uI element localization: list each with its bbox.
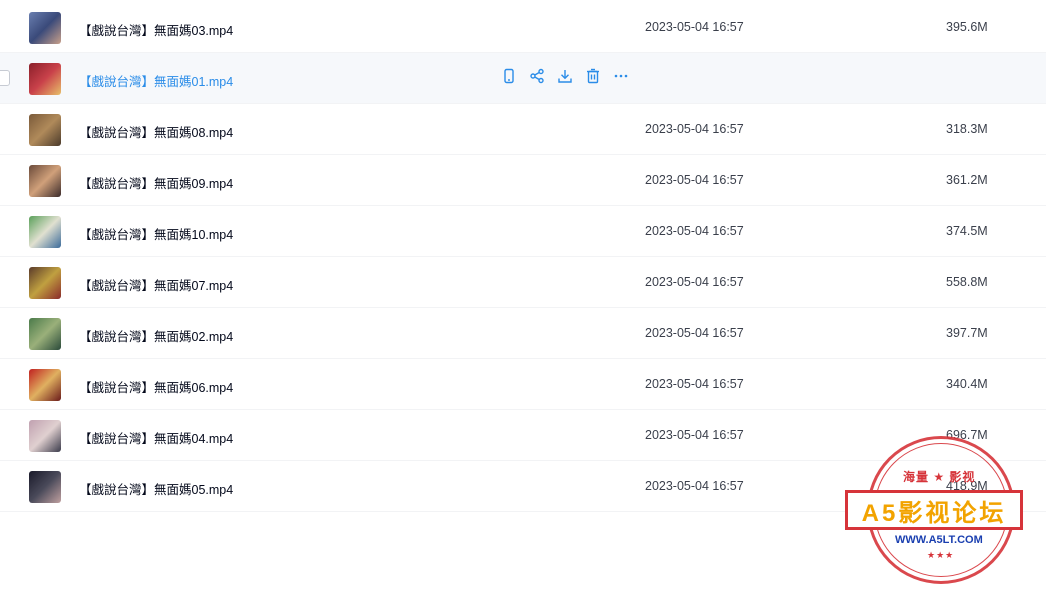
- file-name[interactable]: 【戲說台灣】無面媽08.mp4: [79, 122, 233, 141]
- video-thumbnail[interactable]: [29, 114, 61, 146]
- file-row[interactable]: 【戲說台灣】無面媽09.mp4 2023-05-04 16:57 361.2M: [0, 155, 1046, 206]
- video-thumbnail[interactable]: [29, 318, 61, 350]
- stamp-url: WWW.A5LT.COM: [895, 534, 983, 546]
- file-date: 2023-05-04 16:57: [645, 326, 744, 340]
- delete-icon: [585, 68, 601, 89]
- file-row[interactable]: 【戲說台灣】無面媽02.mp4 2023-05-04 16:57 397.7M: [0, 308, 1046, 359]
- stamp-stars: ★★★: [927, 550, 955, 560]
- file-row[interactable]: 【戲說台灣】無面媽10.mp4 2023-05-04 16:57 374.5M: [0, 206, 1046, 257]
- file-date: 2023-05-04 16:57: [645, 377, 744, 391]
- file-size: 395.6M: [946, 20, 988, 34]
- file-date: 2023-05-04 16:57: [645, 20, 744, 34]
- file-name[interactable]: 【戲說台灣】無面媽10.mp4: [79, 224, 233, 243]
- file-size: 361.2M: [946, 173, 988, 187]
- download-button[interactable]: [556, 69, 574, 87]
- file-name[interactable]: 【戲說台灣】無面媽09.mp4: [79, 173, 233, 192]
- file-size: 340.4M: [946, 377, 988, 391]
- file-name[interactable]: 【戲說台灣】無面媽03.mp4: [79, 20, 233, 39]
- file-size: 397.7M: [946, 326, 988, 340]
- video-thumbnail[interactable]: [29, 420, 61, 452]
- video-thumbnail[interactable]: [29, 12, 61, 44]
- file-row[interactable]: 【戲說台灣】無面媽07.mp4 2023-05-04 16:57 558.8M: [0, 257, 1046, 308]
- file-name[interactable]: 【戲說台灣】無面媽02.mp4: [79, 326, 233, 345]
- file-date: 2023-05-04 16:57: [645, 479, 744, 493]
- video-thumbnail[interactable]: [29, 471, 61, 503]
- video-thumbnail[interactable]: [29, 267, 61, 299]
- file-size: 558.8M: [946, 275, 988, 289]
- file-name[interactable]: 【戲說台灣】無面媽04.mp4: [79, 428, 233, 447]
- watermark-stamp: 海量 ★ 影视 A5影视论坛 WWW.A5LT.COM ★★★: [843, 436, 1023, 586]
- file-size: 374.5M: [946, 224, 988, 238]
- download-icon: [557, 68, 573, 89]
- video-thumbnail[interactable]: [29, 63, 61, 95]
- file-date: 2023-05-04 16:57: [645, 173, 744, 187]
- video-thumbnail[interactable]: [29, 216, 61, 248]
- file-row[interactable]: 【戲說台灣】無面媽01.mp4: [0, 53, 1046, 104]
- more-button[interactable]: [612, 69, 630, 87]
- share-icon: [529, 68, 545, 89]
- stamp-banner: A5影视论坛: [845, 490, 1023, 530]
- file-date: 2023-05-04 16:57: [645, 428, 744, 442]
- file-name[interactable]: 【戲說台灣】無面媽05.mp4: [79, 479, 233, 498]
- row-actions: [500, 68, 630, 88]
- video-thumbnail[interactable]: [29, 165, 61, 197]
- phone-button[interactable]: [500, 68, 518, 89]
- file-name[interactable]: 【戲說台灣】無面媽06.mp4: [79, 377, 233, 396]
- video-thumbnail[interactable]: [29, 369, 61, 401]
- more-icon: [613, 68, 629, 89]
- file-row[interactable]: 【戲說台灣】無面媽06.mp4 2023-05-04 16:57 340.4M: [0, 359, 1046, 410]
- delete-button[interactable]: [584, 68, 602, 89]
- file-row[interactable]: 【戲說台灣】無面媽08.mp4 2023-05-04 16:57 318.3M: [0, 104, 1046, 155]
- file-date: 2023-05-04 16:57: [645, 224, 744, 238]
- row-checkbox[interactable]: [0, 70, 10, 86]
- file-date: 2023-05-04 16:57: [645, 275, 744, 289]
- file-date: 2023-05-04 16:57: [645, 122, 744, 136]
- stamp-top-text: 海量 ★ 影视: [903, 470, 976, 484]
- file-row[interactable]: 【戲說台灣】無面媽03.mp4 2023-05-04 16:57 395.6M: [0, 0, 1046, 53]
- stamp-banner-text: A5影视论坛: [861, 499, 1007, 527]
- share-button[interactable]: [528, 68, 546, 89]
- file-name[interactable]: 【戲說台灣】無面媽07.mp4: [79, 275, 233, 294]
- file-name[interactable]: 【戲說台灣】無面媽01.mp4: [79, 71, 233, 90]
- phone-icon: [501, 68, 517, 89]
- file-size: 318.3M: [946, 122, 988, 136]
